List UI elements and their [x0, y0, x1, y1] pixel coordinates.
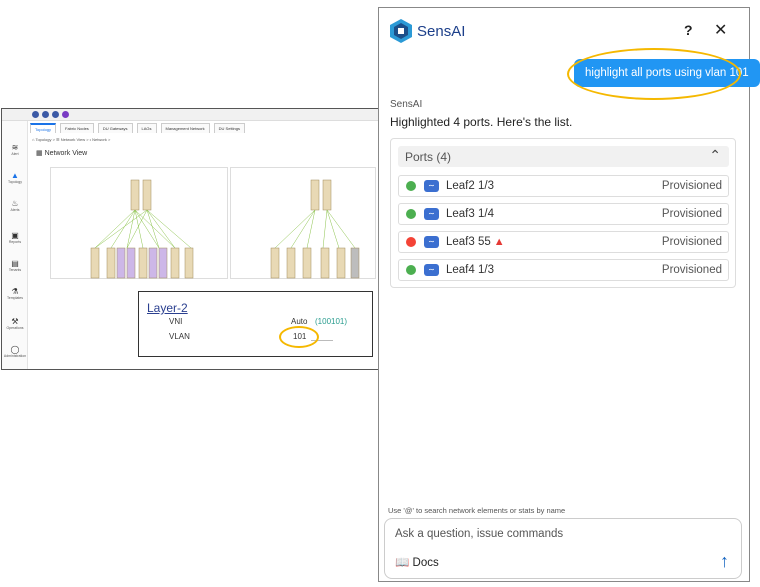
status-dot-icon: [406, 265, 416, 275]
sidebar-label: Alert: [11, 152, 19, 156]
bell-icon: ♨: [11, 199, 19, 208]
close-button[interactable]: ✕: [714, 20, 727, 40]
embedded-topology-screenshot: Topology Fabric Nodes DU Gateways LAGs M…: [1, 108, 379, 370]
sidebar-label: Tenants: [8, 268, 22, 272]
sidebar-label: Operations: [6, 326, 24, 330]
port-name: Leaf2 1/3: [446, 180, 494, 192]
window-controls: [32, 111, 69, 118]
browser-bar: [2, 109, 378, 121]
pod-canvas-2[interactable]: [230, 167, 376, 279]
tab-management-network[interactable]: Management Network: [160, 123, 210, 133]
tab-fabric-nodes[interactable]: Fabric Nodes: [60, 123, 94, 133]
dashboard-icon: ≋: [11, 143, 19, 152]
sidebar-label: Templates: [7, 296, 23, 300]
sidebar-item-alert[interactable]: ≋ Alert: [2, 143, 28, 156]
port-name-text: Leaf2 1/3: [446, 180, 494, 192]
status-dot-icon: [406, 181, 416, 191]
list-item[interactable]: ∼ Leaf3 1/4 Provisioned: [398, 203, 729, 225]
template-icon: ⚗: [11, 287, 19, 296]
port-icon: ∼: [424, 264, 439, 276]
topology-tabs: Topology Fabric Nodes DU Gateways LAGs M…: [30, 123, 245, 133]
chat-input[interactable]: Ask a question, issue commands 📖 Docs ↑: [384, 518, 742, 579]
port-icon: ∼: [424, 180, 439, 192]
list-item[interactable]: ∼ Leaf4 1/3 Provisioned: [398, 259, 729, 281]
sidebar-item-templates[interactable]: ⚗ Templates: [2, 287, 28, 300]
sidebar-item-reports[interactable]: ▣ Reports: [2, 231, 28, 244]
breadcrumb: ⌂ Topology > ☰ Network View > • Network …: [32, 137, 111, 142]
assistant-sender-label: SensAI: [390, 99, 423, 110]
vlan-label: VLAN: [169, 332, 190, 341]
app-title: SensAI: [417, 23, 466, 40]
chevron-up-icon[interactable]: ⌃: [709, 147, 721, 164]
topology-diagram-1: [90, 179, 194, 279]
sidebar-item-alerts[interactable]: ♨ Alerts: [2, 199, 28, 212]
wrench-icon: ⚒: [11, 317, 19, 326]
sensai-logo-icon: [390, 19, 412, 43]
port-name-text: Leaf3 1/4: [446, 208, 494, 220]
sidebar-item-administration[interactable]: ◯ Administration: [2, 345, 28, 358]
tab-lags[interactable]: LAGs: [136, 123, 157, 133]
ports-header[interactable]: Ports (4) ⌃: [398, 146, 729, 167]
vni-value: Auto: [291, 317, 308, 326]
topology-icon: ▲: [11, 171, 19, 180]
grid-icon: ▦: [36, 150, 43, 157]
assistant-reply-text: Highlighted 4 ports. Here's the list.: [390, 115, 573, 129]
sensai-chat-panel: SensAI ? ✕ highlight all ports using vla…: [378, 7, 760, 582]
list-item[interactable]: ∼ Leaf3 55 ▲ Provisioned: [398, 231, 729, 253]
list-item[interactable]: ∼ Leaf2 1/3 Provisioned: [398, 175, 729, 197]
sidebar-item-tenants[interactable]: ▤ Tenants: [2, 259, 28, 272]
building-icon: ▤: [11, 259, 19, 268]
tab-du-gateways[interactable]: DU Gateways: [97, 123, 133, 133]
user-message-highlight-ellipse: [567, 48, 741, 100]
help-button[interactable]: ?: [684, 22, 693, 38]
sidebar-label: Topology: [7, 180, 22, 184]
port-name: Leaf3 1/4: [446, 208, 494, 220]
view-title-text: Network View: [44, 150, 88, 157]
arrow-up-icon[interactable]: ↑: [720, 551, 729, 572]
port-status: Provisioned: [661, 208, 722, 220]
tab-topology[interactable]: Topology: [30, 123, 57, 133]
chat-input-placeholder[interactable]: Ask a question, issue commands: [395, 528, 563, 540]
port-name-text: Leaf4 1/3: [446, 264, 494, 276]
sidebar-item-operations[interactable]: ⚒ Operations: [2, 317, 28, 330]
sidebar-label: Alerts: [10, 208, 20, 212]
port-status: Provisioned: [661, 264, 722, 276]
page-title: ▦ Network View: [36, 149, 87, 157]
book-icon: 📖: [395, 557, 410, 569]
vni-label: VNI: [169, 317, 183, 326]
docs-label: Docs: [412, 557, 439, 569]
vlan-highlight-ellipse: [279, 326, 319, 348]
status-dot-icon: [406, 209, 416, 219]
ports-result-card: Ports (4) ⌃ ∼ Leaf2 1/3 Provisioned ∼ Le…: [390, 138, 736, 288]
ports-header-label: Ports (4): [405, 150, 452, 164]
sidebar: ≋ Alert ▲ Topology ♨ Alerts ▣ Reports ▤ Tenan…: [2, 121, 28, 369]
warning-icon: ▲: [493, 236, 505, 248]
port-name: Leaf4 1/3: [446, 264, 494, 276]
tab-du-settings[interactable]: DU Settings: [213, 123, 245, 133]
status-dot-icon: [406, 237, 416, 247]
sidebar-label: Reports: [8, 240, 22, 244]
shield-icon: ◯: [10, 345, 20, 354]
layer2-title[interactable]: Layer-2: [147, 301, 188, 315]
port-status: Provisioned: [661, 236, 722, 248]
port-icon: ∼: [424, 236, 439, 248]
layer2-details-card: Layer-2 VNI Auto (100101) VLAN 101: [138, 291, 373, 357]
topology-diagram-2: [270, 179, 360, 279]
port-status: Provisioned: [661, 180, 722, 192]
port-name-text: Leaf3 55: [446, 236, 491, 248]
search-hint: Use '@' to search network elements or st…: [388, 506, 566, 515]
clipboard-icon: ▣: [11, 231, 19, 240]
docs-button[interactable]: 📖 Docs: [395, 555, 439, 569]
vni-id: (100101): [315, 317, 348, 326]
port-name: Leaf3 55 ▲: [446, 236, 505, 248]
sidebar-item-topology[interactable]: ▲ Topology: [2, 171, 28, 184]
pod-canvas-1[interactable]: [50, 167, 228, 279]
sidebar-label: Administration: [3, 354, 27, 358]
port-icon: ∼: [424, 208, 439, 220]
